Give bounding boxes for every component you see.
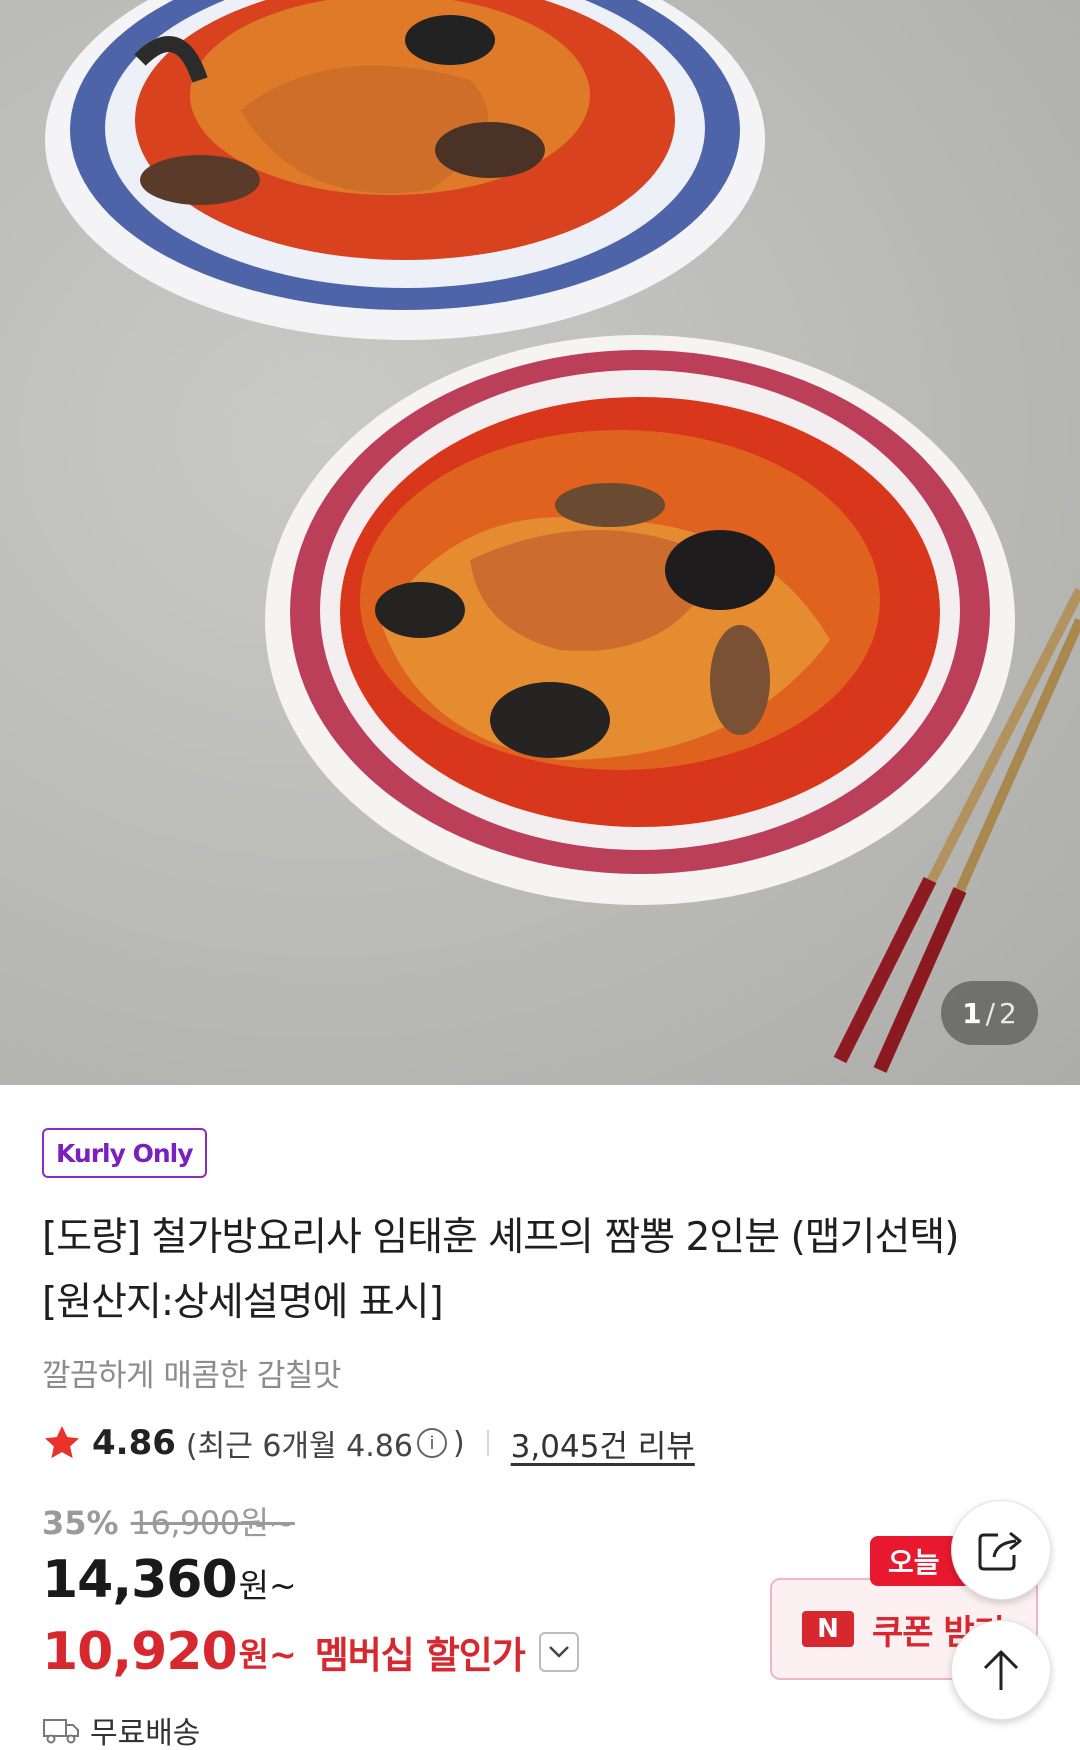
arrow-up-icon [983,1650,1019,1690]
divider [486,1430,489,1456]
chevron-down-icon [548,1646,569,1658]
truck-icon [43,1719,79,1744]
product-title-line2: [원산지:상세설명에 표시] [42,1280,444,1325]
review-count-link[interactable]: 3,045건 리뷰 [511,1421,695,1466]
member-price-unit: 원~ [238,1635,297,1674]
original-price: 16,900원~ [130,1504,296,1542]
member-price-label: 멤버십 할인가 [314,1634,526,1677]
sale-price-unit: 원~ [238,1566,297,1605]
recent-rating: (최근 6개월 4.86 i ) [186,1421,465,1465]
sale-price: 14,360 원~ [42,1550,297,1610]
share-button[interactable] [951,1500,1051,1600]
member-price-value: 10,920 [42,1622,238,1682]
star-icon [45,1426,79,1459]
member-price-toggle[interactable] [538,1632,579,1672]
info-icon[interactable]: i [416,1428,447,1458]
today-tag-label: 오늘 [888,1546,940,1579]
image-counter-total: 2 [999,996,1017,1030]
discount-rate: 35% [42,1504,119,1542]
member-price-row: 10,920 원~ 멤버십 할인가 [42,1622,579,1682]
product-subtitle: 깔끔하게 매콤한 감칠맛 [42,1358,341,1394]
share-icon [978,1531,1022,1571]
rating-score: 4.86 [92,1423,176,1463]
image-counter: 1 / 2 [941,981,1038,1045]
scroll-top-button[interactable] [951,1620,1051,1720]
naver-logo: N [802,1611,854,1647]
delivery-label: 무료배송 [90,1716,201,1750]
recent-rating-close: ) [452,1425,465,1461]
discount-row: 35% 16,900원~ [42,1498,295,1544]
sale-price-value: 14,360 [42,1550,238,1610]
image-counter-separator: / [985,996,996,1030]
product-title-line1: [도량] 철가방요리사 임태훈 셰프의 짬뽕 2인분 (맵기선택) [42,1215,959,1260]
recent-rating-text: (최근 6개월 4.86 [185,1429,413,1464]
product-image[interactable]: 1 / 2 [0,0,1080,1085]
rating-row: 4.86 (최근 6개월 4.86 i ) 3,045건 리뷰 [42,1418,695,1468]
image-counter-current: 1 [962,996,982,1030]
kurly-only-badge: Kurly Only [42,1128,207,1178]
product-title: [도량] 철가방요리사 임태훈 셰프의 짬뽕 2인분 (맵기선택) [원산지:상… [42,1205,1022,1335]
delivery-row: 무료배송 [42,1708,200,1750]
food-photo [45,0,1080,1073]
